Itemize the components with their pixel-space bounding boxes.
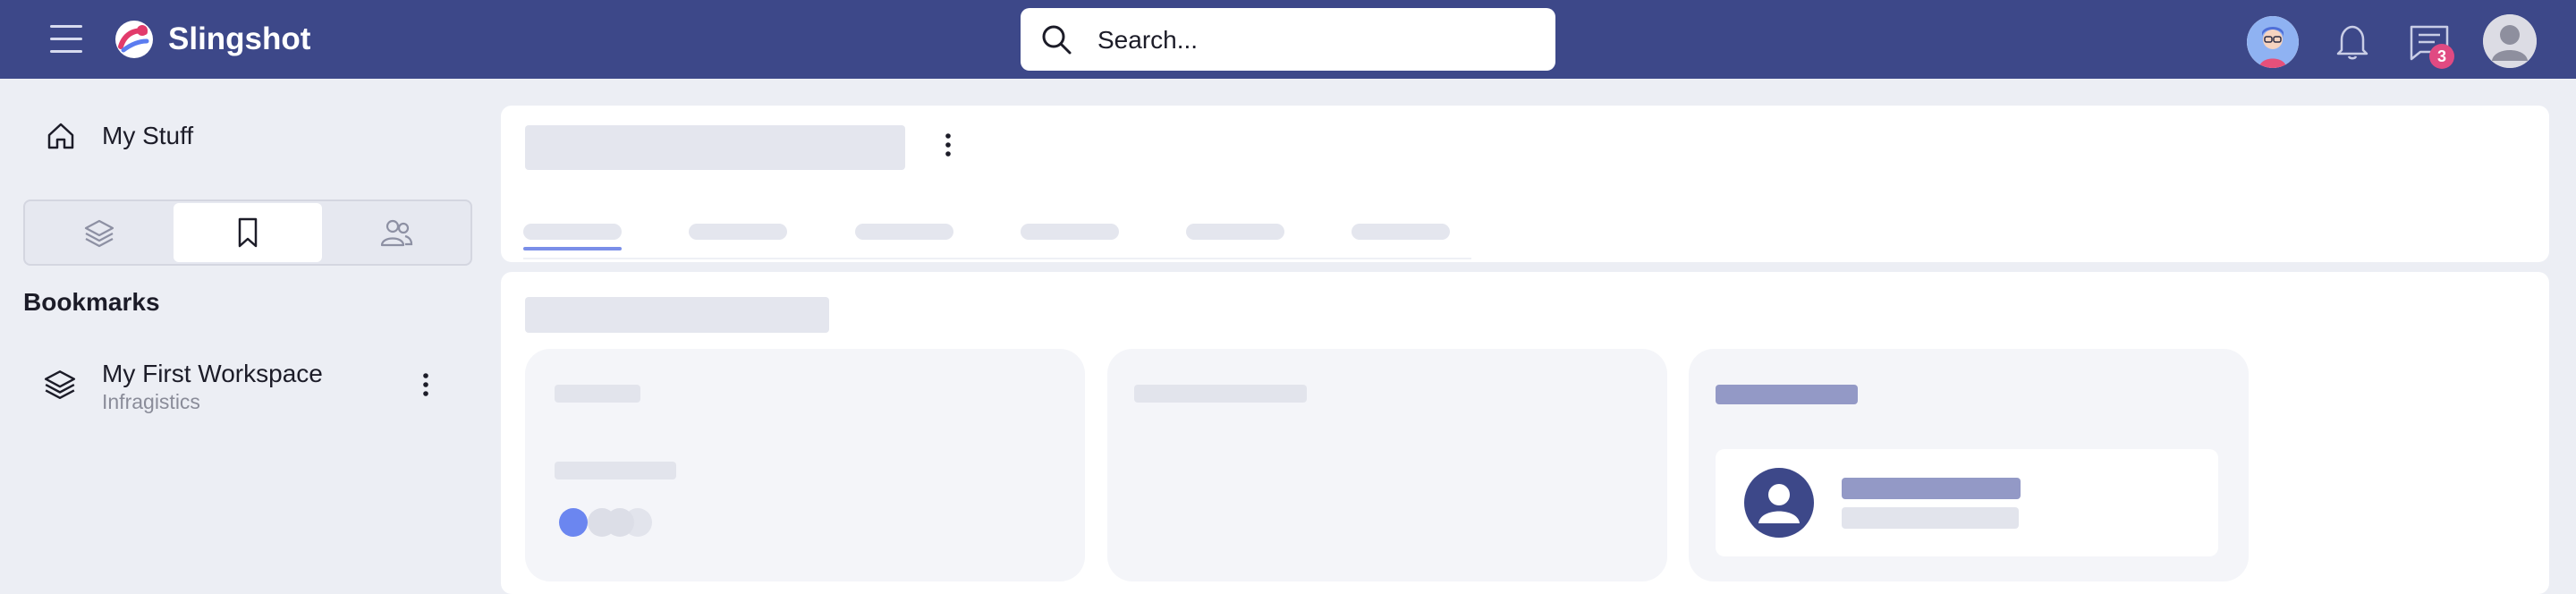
user-avatar-icon[interactable]	[2247, 16, 2299, 68]
tab-placeholder[interactable]	[855, 224, 953, 240]
text-placeholder	[1842, 507, 2019, 529]
app-name: Slingshot	[168, 21, 311, 56]
text-placeholder	[1716, 385, 1858, 404]
layers-icon	[44, 370, 76, 400]
text-placeholder	[1134, 385, 1307, 403]
person-avatar-icon	[1744, 468, 1814, 538]
users-icon	[380, 219, 413, 247]
tab-bookmarks[interactable]	[174, 203, 322, 262]
bell-icon[interactable]	[2334, 21, 2370, 61]
search-box[interactable]	[1021, 8, 1555, 72]
slingshot-logo-icon	[113, 18, 156, 61]
sidebar-item-my-stuff[interactable]: My Stuff	[23, 111, 453, 161]
profile-icon[interactable]	[2483, 14, 2537, 68]
more-vertical-icon[interactable]	[934, 127, 962, 163]
home-icon	[47, 123, 74, 149]
text-placeholder	[555, 462, 676, 479]
tab-workspaces[interactable]	[25, 203, 174, 262]
tab-placeholder[interactable]	[689, 224, 787, 240]
text-placeholder	[1842, 478, 2021, 499]
avatar-placeholder	[559, 508, 588, 537]
search-input[interactable]	[1096, 8, 1538, 72]
section-title: Bookmarks	[23, 288, 160, 316]
tab-placeholder[interactable]	[523, 224, 622, 240]
sidebar-item-label: My Stuff	[102, 122, 194, 149]
top-bar: Slingshot 3	[0, 0, 2576, 79]
tab-placeholder[interactable]	[1352, 224, 1450, 240]
active-tab-indicator	[523, 247, 622, 250]
sidebar-tabs	[23, 199, 472, 266]
tab-track	[523, 258, 1471, 259]
menu-icon[interactable]	[47, 21, 86, 57]
title-placeholder	[525, 125, 905, 170]
list-item[interactable]: My First Workspace Infragistics	[23, 349, 453, 420]
tab-shared[interactable]	[322, 203, 470, 262]
workspace-subtitle: Infragistics	[102, 390, 200, 413]
avatar-placeholder	[588, 508, 616, 537]
messages-badge: 3	[2429, 44, 2454, 69]
tab-placeholder[interactable]	[1186, 224, 1284, 240]
search-icon	[1042, 25, 1072, 55]
bookmark-icon	[238, 217, 258, 248]
text-placeholder	[555, 385, 640, 403]
layers-icon	[84, 219, 114, 248]
section-title-placeholder	[525, 297, 829, 333]
tab-placeholder[interactable]	[1021, 224, 1119, 240]
tile-placeholder	[1107, 349, 1667, 581]
more-vertical-icon[interactable]	[411, 367, 440, 403]
workspace-name: My First Workspace	[102, 360, 323, 387]
